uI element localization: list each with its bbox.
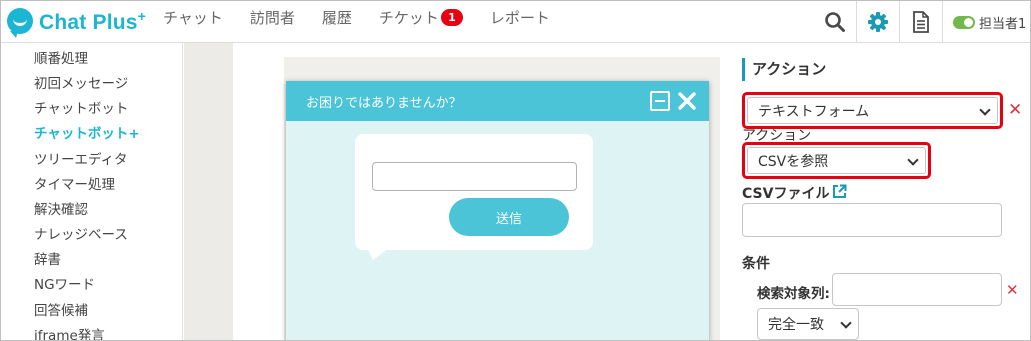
document-button[interactable] — [899, 1, 942, 43]
nav-tickets-label: チケット — [378, 8, 439, 27]
settings-sidebar: 順番処理 初回メッセージ チャットボット チャットボット+ ツリーエディタ タイ… — [1, 43, 183, 340]
search-icon — [825, 12, 845, 32]
nav-tickets[interactable]: チケット 1 — [379, 7, 463, 28]
chevron-down-icon — [979, 103, 991, 116]
csv-file-input[interactable] — [742, 203, 1002, 237]
sidebar-item-knowledge-base[interactable]: ナレッジベース — [34, 223, 128, 243]
brand-name: Chat Plus — [39, 10, 138, 34]
action-select-value: テキストフォーム — [758, 103, 870, 120]
settings-button[interactable] — [856, 1, 899, 43]
toolbar-right: 担当者1 — [814, 1, 1030, 43]
search-column-input[interactable] — [832, 273, 1002, 306]
status-toggle[interactable] — [953, 15, 975, 29]
top-navigation-bar: Chat Plus+ チャット 訪問者 履歴 チケット 1 レポート 担当者1 — [1, 1, 1030, 43]
action-type-select-value: CSVを参照 — [758, 153, 829, 170]
match-type-select[interactable]: 完全一致 — [757, 308, 859, 340]
chevron-down-icon — [907, 153, 919, 166]
agent-name: 担当者1 — [979, 16, 1027, 32]
sidebar-item-routing[interactable]: 順番処理 — [34, 47, 88, 67]
sidebar-item-chatbot-plus[interactable]: チャットボット+ — [34, 122, 140, 142]
search-column-label: 検索対象列: — [757, 286, 830, 302]
nav-reports[interactable]: レポート — [490, 7, 550, 28]
bubble-tail — [367, 248, 389, 260]
action-section-title: アクション — [742, 58, 826, 81]
minimize-icon[interactable] — [650, 91, 670, 111]
main-nav: チャット 訪問者 履歴 チケット 1 レポート — [163, 1, 577, 33]
external-link-icon[interactable] — [832, 184, 847, 199]
document-icon — [913, 11, 929, 33]
text-form-input[interactable] — [372, 162, 577, 191]
widget-title: お困りではありませんか？ — [306, 95, 462, 111]
sidebar-item-first-message[interactable]: 初回メッセージ — [34, 72, 128, 92]
app-logo[interactable]: Chat Plus+ — [7, 7, 147, 38]
nav-chat[interactable]: チャット — [163, 7, 223, 28]
app-window: Chat Plus+ チャット 訪問者 履歴 チケット 1 レポート 担当者1 … — [0, 0, 1031, 341]
sidebar-item-chatbot[interactable]: チャットボット — [34, 97, 128, 117]
csv-file-label: CSVファイル — [742, 186, 830, 202]
chevron-down-icon — [840, 317, 852, 329]
action-type-select[interactable]: CSVを参照 — [747, 147, 926, 174]
delete-action-icon[interactable]: ✕ — [1008, 102, 1022, 119]
search-button[interactable] — [814, 1, 856, 43]
delete-condition-icon[interactable]: ✕ — [1006, 283, 1019, 298]
sidebar-item-resolution[interactable]: 解決確認 — [34, 198, 88, 218]
widget-header: お困りではありませんか？ — [286, 81, 709, 121]
nav-visitors[interactable]: 訪問者 — [250, 7, 295, 28]
sidebar-item-dictionary[interactable]: 辞書 — [34, 248, 61, 268]
chat-bubble-logo-icon — [7, 8, 33, 38]
sidebar-item-timer[interactable]: タイマー処理 — [34, 173, 115, 193]
content-gutter — [184, 43, 233, 340]
sidebar-item-answer-candidates[interactable]: 回答候補 — [34, 299, 88, 319]
condition-label: 条件 — [742, 256, 770, 272]
close-icon[interactable] — [677, 91, 697, 111]
nav-history[interactable]: 履歴 — [322, 7, 352, 28]
ticket-count-badge: 1 — [440, 8, 463, 26]
chat-widget-preview: お困りではありませんか？ 送信 — [286, 81, 709, 340]
sidebar-item-ng-words[interactable]: NGワード — [34, 273, 95, 293]
agent-status[interactable]: 担当者1 — [942, 1, 1030, 43]
match-type-select-value: 完全一致 — [768, 317, 824, 333]
send-button[interactable]: 送信 — [449, 198, 569, 236]
sidebar-item-iframe[interactable]: iframe発言 — [34, 324, 105, 340]
sidebar-item-tree-editor[interactable]: ツリーエディタ — [34, 148, 128, 168]
gear-icon — [868, 12, 888, 32]
brand-mark: + — [137, 7, 147, 24]
message-bubble: 送信 — [355, 134, 593, 260]
action-select[interactable]: テキストフォーム — [747, 97, 998, 124]
